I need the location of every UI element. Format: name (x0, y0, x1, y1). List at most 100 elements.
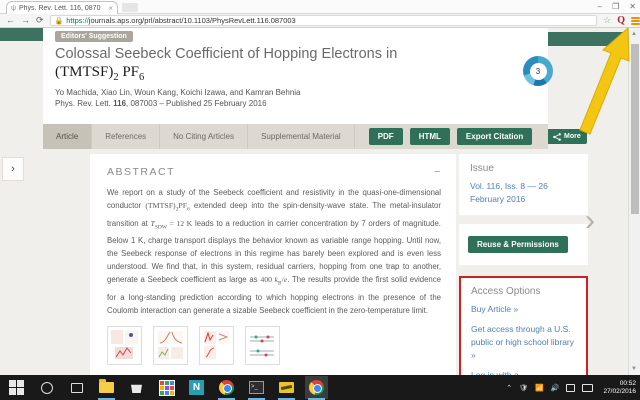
new-tab-button[interactable] (122, 3, 138, 12)
more-share-label: More (564, 133, 581, 140)
n-app-icon: N (189, 380, 204, 395)
pdf-button[interactable]: PDF (368, 128, 403, 145)
figure-4-thumbnail[interactable] (245, 326, 280, 365)
window-close-button[interactable]: ✕ (629, 0, 636, 13)
article-header-card: Editors' Suggestion Colossal Seebeck Coe… (43, 28, 587, 144)
article-citation: Phys. Rev. Lett. 116, 087003 – Published… (55, 99, 267, 108)
issue-heading: Issue (470, 163, 494, 174)
task-view-icon (70, 382, 83, 393)
window-restore-button[interactable]: ❐ (612, 0, 619, 13)
cortana-circle-icon (40, 381, 53, 394)
abstract-heading: ABSTRACT (107, 166, 176, 178)
command-prompt-icon: >_ (249, 381, 264, 394)
scrollbar-thumb[interactable] (631, 44, 639, 214)
chrome-icon (219, 380, 234, 395)
windows-taskbar: N >_ ⌃ 🛡 📶 🔊 00:52 27/02/2016 (0, 375, 640, 400)
yellow-app-button[interactable] (278, 379, 295, 400)
share-nodes-icon (553, 132, 561, 141)
antivirus-tray-icon[interactable]: 🛡 (519, 384, 528, 392)
chrome-active-icon (309, 380, 324, 395)
task-view-button[interactable] (68, 379, 85, 396)
issue-link[interactable]: Vol. 116, Iss. 8 — 26 February 2016 (470, 180, 577, 206)
network-icon[interactable]: 📶 (535, 384, 544, 392)
yellow-app-icon (279, 382, 294, 393)
figure-3-thumbnail[interactable] (199, 326, 234, 365)
export-citation-button[interactable]: Export Citation (456, 128, 533, 145)
tab-references[interactable]: References (92, 124, 161, 149)
carousel-next-chevron[interactable]: › (585, 206, 595, 236)
figure-1-thumbnail[interactable] (107, 326, 142, 365)
reload-button[interactable]: ⟳ (36, 14, 44, 27)
reuse-card: Reuse & Permissions (459, 224, 588, 265)
grid-app-icon (158, 379, 175, 396)
browser-tab[interactable]: ψ Phys. Rev. Lett. 116, 0870 × (6, 1, 118, 14)
taskbar-clock[interactable]: 00:52 27/02/2016 (603, 380, 636, 396)
file-explorer-button[interactable] (98, 379, 115, 400)
screen: ψ Phys. Rev. Lett. 116, 0870 × – ❐ ✕ ← →… (0, 0, 640, 400)
figure-2-thumbnail[interactable] (153, 326, 188, 365)
keyboard-icon[interactable] (582, 383, 594, 392)
chrome-active-button[interactable] (305, 376, 328, 400)
tab-supplemental-material[interactable]: Supplemental Material (248, 124, 355, 149)
page-scrollbar[interactable]: ▲ ▼ (628, 28, 640, 375)
abstract-card: ABSTRACT – We report on a study of the S… (90, 154, 456, 375)
tab-article[interactable]: Article (43, 124, 93, 149)
https-padlock-icon: 🔒 (54, 17, 64, 25)
figure-thumbnails (107, 326, 280, 365)
folder-icon (99, 379, 114, 393)
article-title-line1: Colossal Seebeck Coefficient of Hopping … (55, 46, 398, 62)
action-center-icon[interactable] (566, 383, 576, 392)
tab-close-icon[interactable]: × (108, 4, 113, 13)
editors-suggestion-badge: Editors' Suggestion (55, 31, 133, 42)
forward-button[interactable]: → (21, 14, 30, 27)
article-tabbar: Article References No Citing Articles Su… (43, 124, 548, 149)
command-prompt-button[interactable]: >_ (248, 379, 265, 400)
sidebar: Issue Vol. 116, Iss. 8 — 26 February 201… (459, 154, 588, 375)
chrome-menu-icon[interactable] (631, 16, 640, 26)
article-title-formula: (TMTSF)2 PF6 (55, 64, 145, 83)
clock-date: 27/02/2016 (603, 387, 636, 395)
browser-toolbar: ← → ⟳ 🔒 https://journals.aps.org/prl/abs… (0, 14, 640, 28)
address-bar[interactable]: 🔒 https://journals.aps.org/prl/abstract/… (49, 15, 598, 26)
windows-logo-icon (9, 380, 24, 395)
aps-favicon-icon: ψ (11, 4, 16, 12)
library-access-link[interactable]: Get access through a U.S. public or high… (471, 323, 576, 362)
abstract-text: We report on a study of the Seebeck coef… (107, 188, 441, 315)
url-scheme: https:// (66, 16, 89, 25)
site-header-bar-left (0, 28, 43, 41)
tray-expand-icon[interactable]: ⌃ (506, 384, 512, 392)
url-text: journals.aps.org/prl/abstract/10.1103/Ph… (88, 16, 296, 25)
access-options-heading: Access Options (471, 286, 541, 297)
article-authors: Yo Machida, Xiao Lin, Woun Kang, Koichi … (55, 88, 301, 97)
browser-tabstrip: ψ Phys. Rev. Lett. 116, 0870 × – ❐ ✕ (0, 0, 640, 14)
chrome-taskbar-button[interactable] (218, 379, 235, 400)
html-button[interactable]: HTML (409, 128, 450, 145)
tab-no-citing-articles[interactable]: No Citing Articles (160, 124, 249, 149)
back-button[interactable]: ← (6, 14, 15, 27)
grid-app-button[interactable] (158, 379, 175, 396)
bookmark-star-icon[interactable]: ☆ (603, 15, 611, 26)
sidebar-expand-chevron[interactable]: › (2, 157, 24, 181)
access-options-card: Access Options Buy Article » Get access … (459, 276, 588, 375)
volume-icon[interactable]: 🔊 (551, 384, 560, 392)
more-share-button[interactable]: More (547, 129, 587, 144)
window-minimize-button[interactable]: – (598, 0, 602, 13)
site-header-bar-right (548, 32, 628, 46)
altmetric-score: 3 (529, 62, 547, 80)
reuse-permissions-button[interactable]: Reuse & Permissions (468, 236, 568, 253)
scroll-up-icon[interactable]: ▲ (631, 31, 637, 37)
tab-title: Phys. Rev. Lett. 116, 0870 (19, 4, 101, 12)
issue-card: Issue Vol. 116, Iss. 8 — 26 February 201… (459, 154, 588, 215)
altmetric-badge[interactable]: 3 (523, 56, 553, 86)
page-content: Editors' Suggestion Colossal Seebeck Coe… (0, 28, 628, 375)
store-button[interactable] (128, 379, 145, 396)
n-app-button[interactable]: N (188, 379, 205, 396)
q-extension-icon[interactable]: Q (617, 15, 625, 26)
start-button[interactable] (8, 379, 25, 396)
scroll-down-icon[interactable]: ▼ (631, 366, 637, 372)
collapse-abstract-icon[interactable]: – (434, 166, 440, 177)
cortana-button[interactable] (38, 379, 55, 396)
store-bag-icon (131, 384, 142, 393)
clock-time: 00:52 (619, 379, 636, 387)
buy-article-link[interactable]: Buy Article » (471, 303, 576, 316)
